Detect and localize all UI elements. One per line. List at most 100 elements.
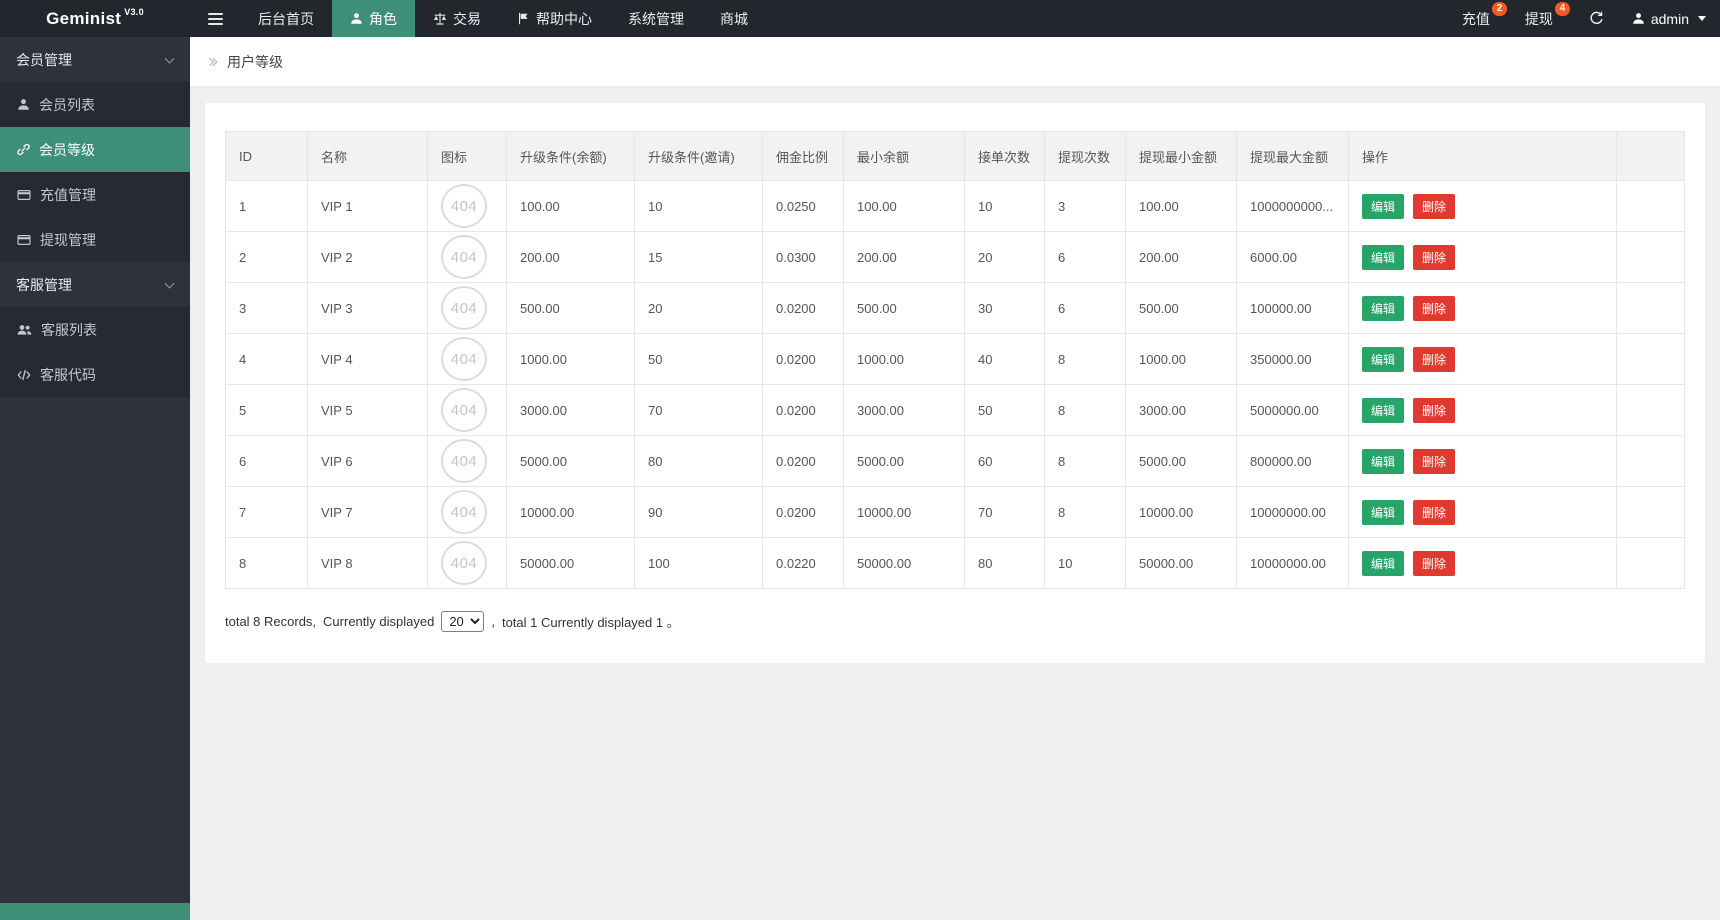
nav-label: 角色	[369, 10, 397, 27]
delete-button[interactable]: 删除	[1413, 397, 1456, 423]
delete-button[interactable]: 删除	[1413, 244, 1456, 270]
broken-image-placeholder: 404	[441, 541, 487, 585]
edit-button[interactable]: 编辑	[1362, 244, 1405, 270]
cell-withdraw-min: 50000.00	[1125, 537, 1237, 589]
cell-order-count: 10	[964, 180, 1045, 232]
cell-min-balance: 200.00	[843, 231, 965, 283]
cell-spacer	[1616, 282, 1685, 334]
cell-withdraw-max: 350000.00	[1236, 333, 1349, 385]
cell-id: 4	[225, 333, 308, 385]
user-menu[interactable]: admin	[1618, 0, 1720, 37]
broken-image-placeholder: 404	[441, 337, 487, 381]
cell-spacer	[1616, 231, 1685, 283]
nav-item-system[interactable]: 系统管理	[610, 0, 702, 37]
broken-image-placeholder: 404	[441, 184, 487, 228]
cell-name: VIP 5	[307, 384, 428, 436]
nav-item-roles[interactable]: 角色	[332, 0, 415, 37]
cell-icon: 404	[427, 282, 507, 334]
sidebar-item-member-list[interactable]: 会员列表	[0, 82, 190, 127]
refresh-button[interactable]	[1575, 0, 1618, 37]
recharge-label: 充值	[1461, 10, 1490, 27]
edit-button[interactable]: 编辑	[1362, 295, 1405, 321]
cell-upgrade-invite: 20	[634, 282, 763, 334]
cell-name: VIP 3	[307, 282, 428, 334]
nav-label: 帮助中心	[536, 10, 592, 27]
delete-button[interactable]: 删除	[1413, 499, 1456, 525]
cell-withdraw-max: 1000000000...	[1236, 180, 1349, 232]
col-header-min-balance: 最小余额	[843, 131, 965, 181]
chevron-down-icon	[164, 53, 175, 64]
sidebar-item-service-list[interactable]: 客服列表	[0, 307, 190, 352]
cell-upgrade-balance: 10000.00	[506, 486, 635, 538]
cell-withdraw-min: 3000.00	[1125, 384, 1237, 436]
nav-item-mall[interactable]: 商城	[702, 0, 766, 37]
col-header-withdraw-max: 提现最大金额	[1236, 131, 1349, 181]
cell-id: 1	[225, 180, 308, 232]
cell-order-count: 70	[964, 486, 1045, 538]
delete-button[interactable]: 删除	[1413, 295, 1456, 321]
sidebar-group-member-management[interactable]: 会员管理	[0, 37, 190, 82]
brand-logo: Geminist V3.0	[0, 0, 190, 37]
sidebar-item-member-level[interactable]: 会员等级	[0, 127, 190, 172]
col-header-withdraw-min: 提现最小金额	[1125, 131, 1237, 181]
nav-item-dashboard[interactable]: 后台首页	[240, 0, 332, 37]
edit-button[interactable]: 编辑	[1362, 448, 1405, 474]
broken-image-placeholder: 404	[441, 286, 487, 330]
sidebar-item-withdraw-management[interactable]: 提现管理	[0, 217, 190, 262]
delete-button[interactable]: 删除	[1413, 193, 1456, 219]
edit-button[interactable]: 编辑	[1362, 193, 1405, 219]
edit-button[interactable]: 编辑	[1362, 550, 1405, 576]
nav-item-trade[interactable]: 交易	[415, 0, 499, 37]
sidebar-group-service-management[interactable]: 客服管理	[0, 262, 190, 307]
cell-id: 3	[225, 282, 308, 334]
cell-withdraw-min: 500.00	[1125, 282, 1237, 334]
sidebar-item-recharge-management[interactable]: 充值管理	[0, 172, 190, 217]
delete-button[interactable]: 删除	[1413, 448, 1456, 474]
withdraw-label: 提现	[1524, 10, 1553, 27]
table-row: 8 VIP 8 404 50000.00 100 0.0220 50000.00 80 10 50…	[225, 537, 1685, 589]
cell-upgrade-balance: 50000.00	[506, 537, 635, 589]
cell-withdraw-count: 6	[1044, 282, 1126, 334]
cell-min-balance: 50000.00	[843, 537, 965, 589]
menu-toggle-icon[interactable]	[190, 0, 240, 37]
page-size-select[interactable]: 20	[441, 611, 485, 632]
recharge-badge: 2	[1491, 2, 1507, 16]
double-chevron-right-icon	[209, 57, 218, 66]
topbar-right: 充值 2 提现 4 admin	[1449, 0, 1720, 37]
recharge-button[interactable]: 充值 2	[1449, 0, 1507, 37]
nav-label: 系统管理	[628, 10, 684, 27]
sidebar-item-label: 会员列表	[39, 96, 95, 113]
sidebar-item-service-code[interactable]: 客服代码	[0, 352, 190, 397]
page-size-label: Currently displayed	[323, 614, 435, 629]
nav-label: 后台首页	[258, 10, 314, 27]
page-info-text: total 1 Currently displayed 1 。	[501, 615, 680, 630]
cell-commission-rate: 0.0220	[762, 537, 844, 589]
nav-item-help-center[interactable]: 帮助中心	[499, 0, 610, 37]
chevron-down-icon	[1698, 16, 1706, 21]
cell-withdraw-max: 800000.00	[1236, 435, 1349, 487]
cell-actions: 编辑 删除	[1348, 282, 1617, 334]
main-content: 用户等级 ID 名称 图标 升级条件(余额) 升级条件(邀请) 佣金比例 最小余额 接单次数提…	[190, 37, 1720, 920]
delete-button[interactable]: 删除	[1413, 346, 1456, 372]
edit-button[interactable]: 编辑	[1362, 346, 1405, 372]
brand-version: V3.0	[124, 7, 144, 17]
cell-icon: 404	[427, 537, 507, 589]
cell-commission-rate: 0.0200	[762, 282, 844, 334]
card-icon	[17, 234, 31, 245]
cell-icon: 404	[427, 180, 507, 232]
sidebar-item-label: 客服代码	[40, 366, 96, 383]
delete-button[interactable]: 删除	[1413, 550, 1456, 576]
edit-button[interactable]: 编辑	[1362, 397, 1405, 423]
cell-upgrade-balance: 3000.00	[506, 384, 635, 436]
cell-min-balance: 5000.00	[843, 435, 965, 487]
cell-upgrade-invite: 70	[634, 384, 763, 436]
cell-spacer	[1616, 180, 1685, 232]
cell-withdraw-max: 10000000.00	[1236, 486, 1349, 538]
cell-commission-rate: 0.0200	[762, 333, 844, 385]
table-row: 2 VIP 2 404 200.00 15 0.0300 200.00 20 6 200.00 60…	[225, 231, 1685, 283]
cell-withdraw-min: 1000.00	[1125, 333, 1237, 385]
edit-button[interactable]: 编辑	[1362, 499, 1405, 525]
col-header-name: 名称	[307, 131, 428, 181]
withdraw-button[interactable]: 提现 4	[1512, 0, 1570, 37]
cell-upgrade-invite: 100	[634, 537, 763, 589]
